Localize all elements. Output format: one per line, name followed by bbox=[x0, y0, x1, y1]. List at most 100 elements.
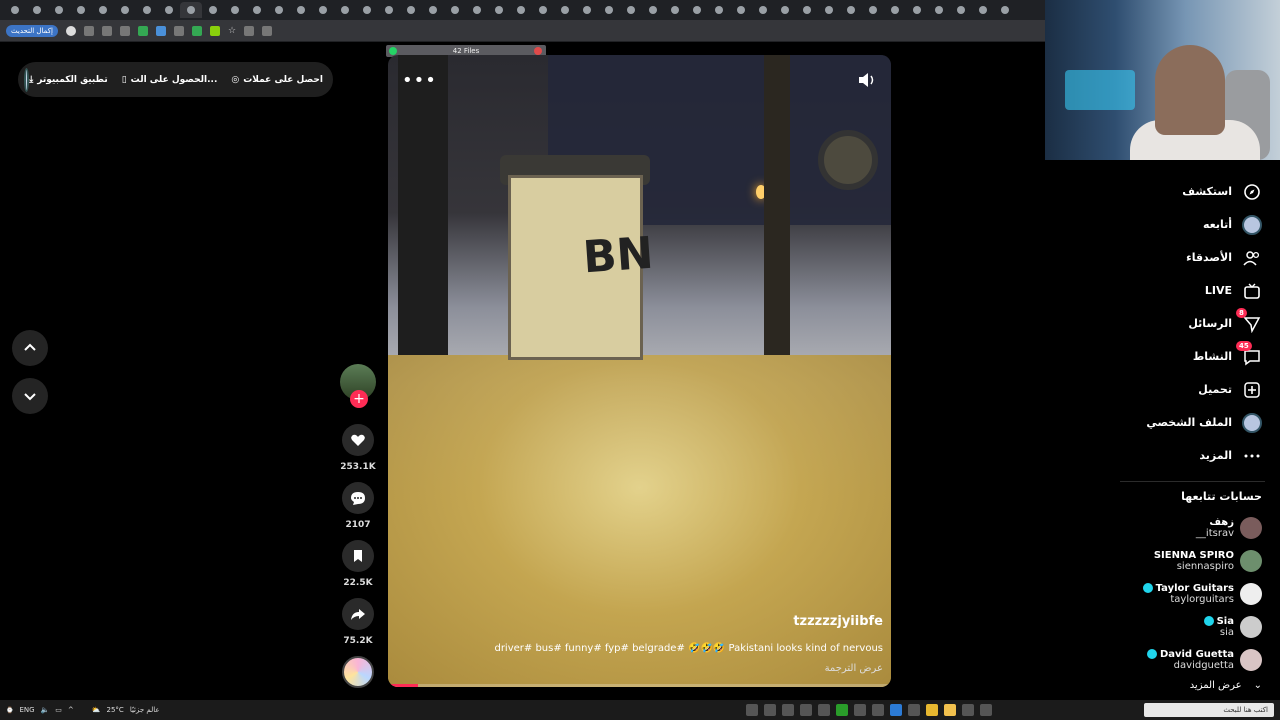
browser-tab[interactable] bbox=[884, 2, 906, 18]
browser-tab[interactable] bbox=[158, 2, 180, 18]
browser-tab[interactable] bbox=[532, 2, 554, 18]
tab-search-icon[interactable] bbox=[244, 25, 255, 36]
extension-icon[interactable] bbox=[137, 25, 148, 36]
language-indicator[interactable]: ENG bbox=[19, 706, 34, 714]
app-icon[interactable] bbox=[907, 704, 920, 716]
sidebar-item[interactable]: تحميل bbox=[1112, 373, 1262, 406]
extension-icon[interactable] bbox=[119, 25, 130, 36]
followed-account[interactable]: Taylor Guitars taylorguitars bbox=[1102, 577, 1262, 610]
extension-icon[interactable] bbox=[155, 25, 166, 36]
followed-account[interactable]: SIENNA SPIRO siennaspiro bbox=[1102, 544, 1262, 577]
star-icon[interactable]: ☆ bbox=[228, 26, 236, 36]
app-icon[interactable] bbox=[799, 704, 812, 716]
sidebar-item[interactable]: الرسائل 8 bbox=[1112, 307, 1262, 340]
browser-tab[interactable] bbox=[202, 2, 224, 18]
extension-icon[interactable] bbox=[83, 25, 94, 36]
followed-account[interactable]: زهف __itsrav bbox=[1102, 511, 1262, 544]
browser-tab[interactable] bbox=[400, 2, 422, 18]
browser-tab[interactable] bbox=[950, 2, 972, 18]
network-icon[interactable]: ▭ bbox=[55, 706, 62, 714]
browser-tab[interactable] bbox=[246, 2, 268, 18]
see-more-button[interactable]: عرض المزيد ⌄ bbox=[1102, 680, 1262, 691]
browser-tab[interactable] bbox=[378, 2, 400, 18]
browser-tab[interactable] bbox=[994, 2, 1016, 18]
like-button[interactable] bbox=[342, 424, 374, 456]
browser-tab[interactable] bbox=[576, 2, 598, 18]
previous-video-button[interactable] bbox=[12, 330, 48, 366]
task-view-icon[interactable] bbox=[979, 704, 992, 716]
sidebar-item[interactable]: الأصدقاء bbox=[1112, 241, 1262, 274]
browser-tab[interactable] bbox=[92, 2, 114, 18]
browser-tab[interactable] bbox=[862, 2, 884, 18]
weather-temp[interactable]: 25°C bbox=[107, 706, 124, 714]
app-icon[interactable] bbox=[781, 704, 794, 716]
sound-icon[interactable] bbox=[855, 69, 877, 91]
sidebar-item[interactable]: LIVE bbox=[1112, 274, 1262, 307]
more-options-icon[interactable]: ••• bbox=[402, 70, 437, 91]
sidebar-item[interactable]: المزيد bbox=[1112, 439, 1262, 472]
creator-handle[interactable]: tzzzzzjyiibfe bbox=[793, 614, 883, 629]
browser-tab[interactable] bbox=[180, 2, 202, 18]
see-translation-link[interactable]: عرض الترجمة bbox=[825, 663, 883, 674]
browser-tab[interactable] bbox=[444, 2, 466, 18]
browser-tab[interactable] bbox=[642, 2, 664, 18]
browser-tab[interactable] bbox=[136, 2, 158, 18]
browser-tab[interactable] bbox=[48, 2, 70, 18]
screenshot-icon[interactable] bbox=[262, 25, 273, 36]
gear-icon[interactable] bbox=[817, 704, 830, 716]
app-icon[interactable] bbox=[871, 704, 884, 716]
sidebar-item[interactable]: أتابعه bbox=[1112, 208, 1262, 241]
browser-tab[interactable] bbox=[840, 2, 862, 18]
browser-tab[interactable] bbox=[290, 2, 312, 18]
folder-icon[interactable] bbox=[943, 704, 956, 716]
music-disc-icon[interactable] bbox=[342, 656, 374, 688]
browser-tab[interactable] bbox=[664, 2, 686, 18]
weather-label[interactable]: عالم جزئيًا bbox=[130, 706, 160, 714]
get-coins-link[interactable]: ◎ احصل على عملات bbox=[231, 75, 323, 85]
browser-tab[interactable] bbox=[818, 2, 840, 18]
comment-button[interactable] bbox=[342, 482, 374, 514]
xbox-icon[interactable] bbox=[835, 704, 848, 716]
clock[interactable]: ⌚ bbox=[6, 707, 13, 714]
browser-tab[interactable] bbox=[774, 2, 796, 18]
taskbar-search[interactable]: اكتب هنا للبحث bbox=[1144, 703, 1274, 717]
save-button[interactable] bbox=[342, 540, 374, 572]
browser-tab[interactable] bbox=[906, 2, 928, 18]
browser-tab[interactable] bbox=[268, 2, 290, 18]
edge-icon[interactable] bbox=[889, 704, 902, 716]
app-icon[interactable] bbox=[745, 704, 758, 716]
browser-tab[interactable] bbox=[972, 2, 994, 18]
browser-tab[interactable] bbox=[70, 2, 92, 18]
browser-tab[interactable] bbox=[356, 2, 378, 18]
browser-tab[interactable] bbox=[26, 2, 48, 18]
app-icon[interactable] bbox=[961, 704, 974, 716]
browser-tab[interactable] bbox=[334, 2, 356, 18]
browser-tab[interactable] bbox=[312, 2, 334, 18]
get-app-link[interactable]: ▯ الحصول على الت... bbox=[122, 75, 218, 85]
browser-tab[interactable] bbox=[620, 2, 642, 18]
video-player[interactable]: BN ••• tzzzzzjyiibfe driver# bus# funny#… bbox=[388, 55, 891, 687]
browser-tab[interactable] bbox=[796, 2, 818, 18]
browser-tab[interactable] bbox=[466, 2, 488, 18]
tray-expand-icon[interactable]: ^ bbox=[68, 706, 74, 714]
downloads-icon[interactable] bbox=[101, 25, 112, 36]
video-progress-bar[interactable] bbox=[388, 684, 891, 687]
followed-account[interactable]: Sia sia bbox=[1102, 610, 1262, 643]
browser-tab[interactable] bbox=[708, 2, 730, 18]
app-icon[interactable] bbox=[763, 704, 776, 716]
next-video-button[interactable] bbox=[12, 378, 48, 414]
volume-icon[interactable]: 🔈 bbox=[41, 706, 50, 714]
browser-tab[interactable] bbox=[488, 2, 510, 18]
close-icon[interactable] bbox=[534, 47, 542, 55]
browser-tab[interactable] bbox=[510, 2, 532, 18]
desktop-app-link[interactable]: ⤓ تطبيق الكمبيوتر bbox=[29, 75, 107, 85]
app-icon[interactable] bbox=[853, 704, 866, 716]
browser-tab[interactable] bbox=[554, 2, 576, 18]
browser-tab[interactable] bbox=[114, 2, 136, 18]
share-button[interactable] bbox=[342, 598, 374, 630]
extension-icon[interactable] bbox=[173, 25, 184, 36]
sidebar-item[interactable]: الملف الشخصي bbox=[1112, 406, 1262, 439]
profile-icon[interactable] bbox=[65, 25, 76, 36]
browser-tab[interactable] bbox=[686, 2, 708, 18]
chrome-icon[interactable] bbox=[925, 704, 938, 716]
